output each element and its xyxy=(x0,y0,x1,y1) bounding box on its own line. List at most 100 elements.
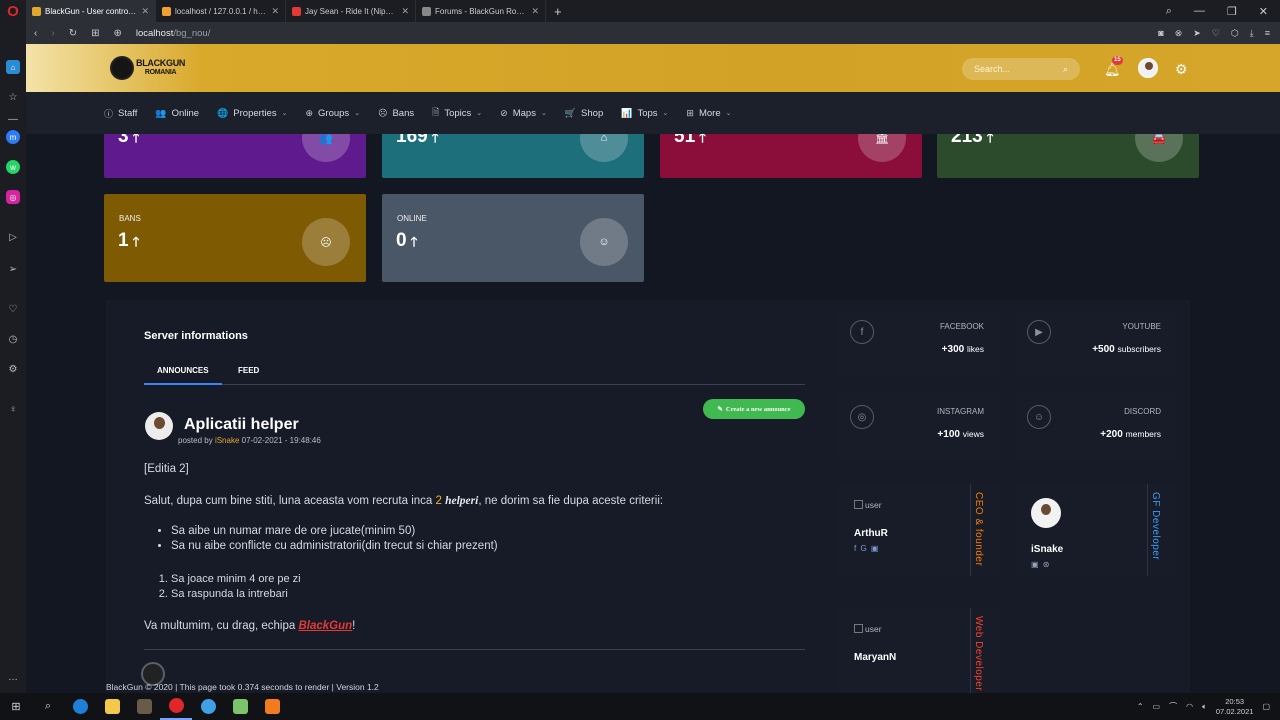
user-avatar[interactable] xyxy=(1138,58,1158,78)
dash-icon[interactable]: — xyxy=(6,112,20,126)
back-icon[interactable]: ‹ xyxy=(34,28,37,39)
search-input[interactable]: Search... ⌕ xyxy=(962,58,1080,80)
nav-item-properties[interactable]: 🌐 Properties ⌄ xyxy=(217,108,287,119)
messenger-icon[interactable]: m xyxy=(6,130,20,144)
more-sidebar-icon[interactable]: … xyxy=(6,670,20,684)
server-tabs: ANNOUNCES FEED xyxy=(144,360,805,385)
network-icon[interactable]: ⌒ xyxy=(1169,701,1177,712)
post-meta: posted by iSnake 07-02-2021 - 19:48:46 xyxy=(178,436,321,445)
menu-icon[interactable]: ≡ xyxy=(1265,28,1270,39)
staff-card[interactable]: iSnake ▣ ⊛ GF Developer xyxy=(1015,484,1177,576)
tabs-grid-icon[interactable]: ⊞ xyxy=(91,28,99,39)
forward-icon[interactable]: › xyxy=(51,28,54,39)
browser-tab[interactable]: Jay Sean - Ride It (Nippand ✕ xyxy=(286,0,416,22)
game-app-icon[interactable] xyxy=(128,693,160,720)
close-tab-icon[interactable]: ✕ xyxy=(141,6,149,17)
file-explorer-icon[interactable] xyxy=(96,693,128,720)
cube-icon[interactable]: ⬡ xyxy=(1231,28,1239,39)
browser-search-icon[interactable]: ⌕ xyxy=(1166,5,1172,18)
staff-card[interactable]: user ArthuR f G ▣ CEO & founder xyxy=(838,484,1000,576)
tab-announces[interactable]: ANNOUNCES xyxy=(144,366,222,385)
flow-icon[interactable]: ➤ xyxy=(1193,28,1201,39)
instagram-sidebar-icon[interactable]: ◎ xyxy=(6,190,20,204)
reload-icon[interactable]: ↻ xyxy=(69,28,77,39)
chevron-up-icon[interactable]: ⌃ xyxy=(1137,702,1144,711)
opera-taskbar-icon[interactable] xyxy=(160,693,192,720)
windows-start-icon[interactable]: ⊞ xyxy=(0,693,32,720)
stat-card: 213 🡑 🚘 xyxy=(937,134,1199,178)
os-taskbar: ⊞ ⌕ ⌃ ▭ ⌒ ◠ 🔈︎ 20:53 07.02.2021 ▢ xyxy=(0,693,1280,720)
nav-item-staff[interactable]: ⓘ Staff xyxy=(104,107,137,120)
wifi-icon[interactable]: ◠ xyxy=(1186,702,1193,711)
xampp-icon[interactable] xyxy=(256,693,288,720)
bookmark-icon[interactable]: ☆ xyxy=(6,90,20,104)
notification-center-icon[interactable]: ▢ xyxy=(1262,702,1270,711)
send-icon[interactable]: ➢ xyxy=(6,262,20,276)
staff-card[interactable]: user MaryanN Web Developer xyxy=(838,608,1000,693)
nav-item-more[interactable]: ⊞ More ⌄ xyxy=(686,108,731,119)
url-field[interactable]: localhost/bg_nou/ xyxy=(136,28,210,39)
nav-item-maps[interactable]: ⊘ Maps ⌄ xyxy=(500,108,547,119)
browser-tab[interactable]: Forums - BlackGun Romani ✕ xyxy=(416,0,546,22)
browser-tab[interactable]: localhost / 127.0.0.1 / hc16 ✕ xyxy=(156,0,286,22)
users-icon: 👥 xyxy=(302,134,350,162)
store-icon[interactable]: ⌂ xyxy=(6,60,20,74)
social-instagram[interactable]: ◎ INSTAGRAM +100 views xyxy=(838,391,1000,461)
volume-icon[interactable]: 🔈︎ xyxy=(1202,702,1207,712)
social-value: +100 views xyxy=(937,429,984,440)
history-icon[interactable]: ◷ xyxy=(6,332,20,346)
clock[interactable]: 20:53 07.02.2021 xyxy=(1216,697,1254,717)
download-icon[interactable]: ⤓ xyxy=(1250,28,1254,39)
browser-tab[interactable]: BlackGun - User control pa ✕ xyxy=(26,0,156,22)
social-facebook[interactable]: f FACEBOOK +300 likes xyxy=(838,306,1000,376)
adblock-icon[interactable]: ⊗ xyxy=(1175,28,1183,39)
tab-title: Forums - BlackGun Romani xyxy=(435,6,528,16)
social-youtube[interactable]: ▶ YOUTUBE +500 subscribers xyxy=(1015,306,1177,376)
player-icon[interactable]: ▷ xyxy=(6,230,20,244)
close-window-icon[interactable]: ✕ xyxy=(1259,5,1268,18)
edge-icon[interactable] xyxy=(64,693,96,720)
browser-tab-bar: O BlackGun - User control pa ✕ localhost… xyxy=(0,0,1280,22)
minimize-icon[interactable]: — xyxy=(1194,5,1205,18)
nav-item-tops[interactable]: 📊 Tops ⌄ xyxy=(621,108,668,119)
car-icon: 🚘 xyxy=(1135,134,1183,162)
stat-value: 51 🡑 xyxy=(674,134,706,151)
gear-icon[interactable]: ⚙ xyxy=(1175,61,1188,78)
close-tab-icon[interactable]: ✕ xyxy=(401,6,409,17)
staff-social-icons[interactable]: ▣ ⊛ xyxy=(1031,560,1050,569)
settings-sidebar-icon[interactable]: ⚙ xyxy=(6,362,20,376)
search-icon[interactable]: ⌕ xyxy=(1063,64,1068,75)
battery-icon[interactable]: ▭ xyxy=(1153,702,1161,711)
post-author-link[interactable]: iSnake xyxy=(215,436,239,445)
maximize-icon[interactable]: ❐ xyxy=(1227,5,1237,18)
staff-social-icons[interactable]: f G ▣ xyxy=(854,544,879,553)
create-announce-button[interactable]: ✎ Create a new announce xyxy=(703,399,805,419)
nav-item-bans[interactable]: ☹ Bans xyxy=(378,108,414,119)
post-author-avatar[interactable] xyxy=(145,412,173,440)
outro-end: ! xyxy=(352,620,356,632)
whatsapp-icon[interactable]: w xyxy=(6,160,20,174)
social-label: FACEBOOK xyxy=(939,322,984,331)
stat-card: 169 🡑 ⌂ xyxy=(382,134,644,178)
intro-word: helperi xyxy=(445,495,479,507)
tips-icon[interactable]: ♀ xyxy=(6,402,20,416)
nav-item-shop[interactable]: 🛒 Shop xyxy=(565,108,603,119)
site-logo[interactable]: BLACKGUN ROMANIA xyxy=(110,56,185,80)
social-discord[interactable]: ☺ DISCORD +200 members xyxy=(1015,391,1177,461)
notepad-icon[interactable] xyxy=(224,693,256,720)
tab-feed[interactable]: FEED xyxy=(238,366,259,375)
nav-item-groups[interactable]: ⊕ Groups ⌄ xyxy=(305,108,360,119)
close-tab-icon[interactable]: ✕ xyxy=(271,6,279,17)
new-tab-button[interactable]: + xyxy=(546,4,570,19)
snapshot-icon[interactable]: ◙ xyxy=(1158,28,1163,39)
favorites-icon[interactable]: ♡ xyxy=(6,302,20,316)
brand-link[interactable]: BlackGun xyxy=(298,620,352,632)
opera-logo-icon[interactable]: O xyxy=(0,0,26,22)
browser-app-icon[interactable] xyxy=(192,693,224,720)
search-taskbar-icon[interactable]: ⌕ xyxy=(32,693,64,720)
close-tab-icon[interactable]: ✕ xyxy=(531,6,539,17)
nav-item-online[interactable]: 👥 Online xyxy=(155,108,199,119)
nav-item-topics[interactable]: 🗎 Topics ⌄ xyxy=(432,105,482,121)
divider xyxy=(1147,484,1148,576)
heart-icon[interactable]: ♡ xyxy=(1212,28,1220,39)
